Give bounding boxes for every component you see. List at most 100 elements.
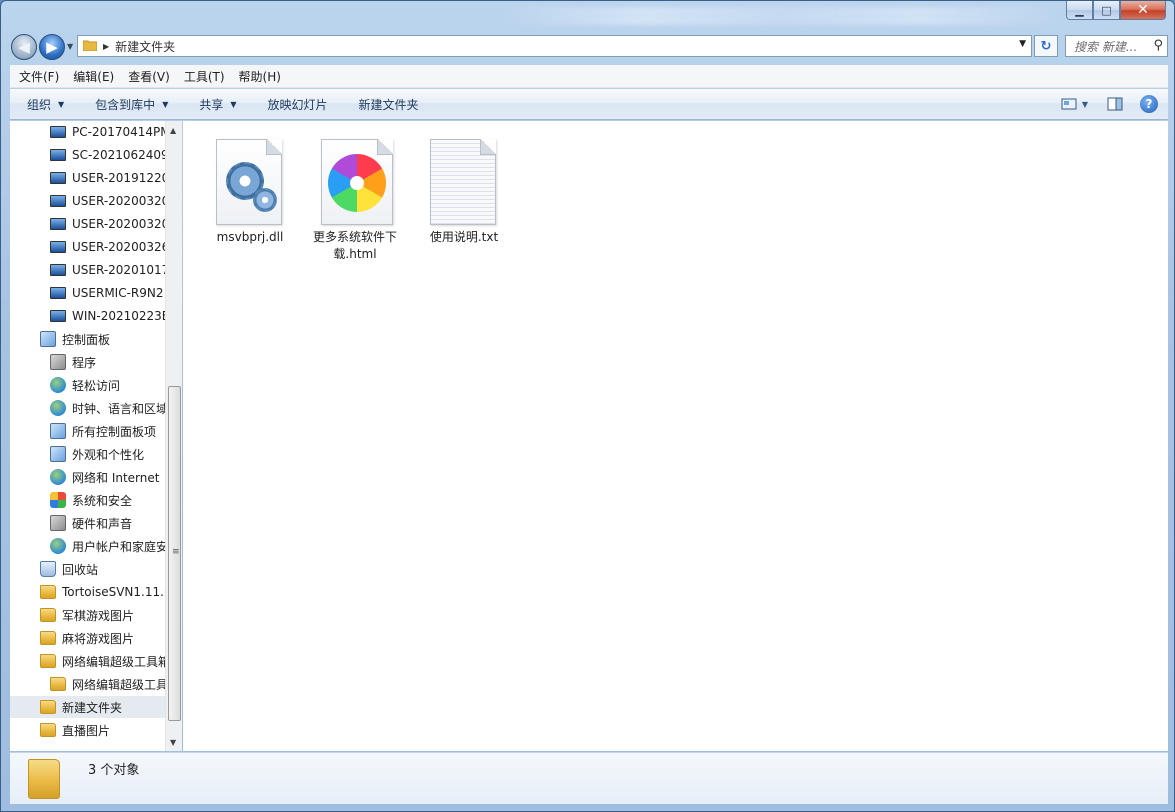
recycle-bin-icon bbox=[40, 561, 56, 577]
nav-item[interactable]: USER-20200326\ bbox=[50, 236, 181, 258]
nav-item[interactable]: 硬件和声音 bbox=[50, 512, 181, 534]
minimize-button[interactable]: ▁ bbox=[1066, 1, 1093, 20]
view-icon bbox=[1061, 98, 1077, 110]
nav-item-folder[interactable]: TortoiseSVN1.11.( bbox=[40, 581, 181, 603]
menu-bar: 文件(F) 编辑(E) 查看(V) 工具(T) 帮助(H) bbox=[10, 65, 1168, 88]
nav-item[interactable]: USER-20200320 bbox=[50, 213, 181, 235]
view-options-dropdown[interactable]: ▼ bbox=[1080, 94, 1090, 114]
chevron-down-icon: ▼ bbox=[230, 99, 237, 109]
file-item[interactable]: 使用说明.txt bbox=[416, 129, 512, 246]
nav-item[interactable]: 轻松访问 bbox=[50, 374, 181, 396]
nav-item[interactable]: USER-20200320. bbox=[50, 190, 181, 212]
nav-item[interactable]: 所有控制面板项 bbox=[50, 420, 181, 442]
refresh-button[interactable]: ↻ bbox=[1034, 35, 1058, 57]
search-placeholder: 搜索 新建... bbox=[1074, 39, 1138, 54]
recent-pages-dropdown[interactable]: ▼ bbox=[67, 42, 73, 51]
search-icon[interactable]: ⚲ bbox=[1153, 38, 1163, 53]
menu-view[interactable]: 查看(V) bbox=[123, 68, 175, 85]
navigation-scrollbar[interactable]: ▲ ≡ ▼ bbox=[165, 121, 182, 751]
nav-item[interactable]: 时钟、语言和区域 bbox=[50, 397, 181, 419]
file-item[interactable]: 更多系统软件下载.html bbox=[307, 129, 403, 263]
nav-item-label: PC-20170414PM bbox=[72, 125, 171, 139]
control-panel-icon bbox=[50, 423, 66, 439]
menu-tools[interactable]: 工具(T) bbox=[179, 68, 230, 85]
programs-icon bbox=[50, 354, 66, 370]
nav-item[interactable]: WIN-20210223E bbox=[50, 305, 181, 327]
slideshow-label: 放映幻灯片 bbox=[267, 97, 328, 112]
close-button[interactable]: ✕ bbox=[1120, 1, 1166, 20]
appearance-icon bbox=[50, 446, 66, 462]
address-bar[interactable]: ▶ 新建文件夹 ▼ bbox=[77, 35, 1032, 57]
slideshow-button[interactable]: 放映幻灯片 bbox=[260, 96, 336, 113]
nav-item-folder[interactable]: 军棋游戏图片 bbox=[40, 604, 181, 626]
chevron-down-icon: ▼ bbox=[162, 99, 169, 109]
nav-item[interactable]: 外观和个性化 bbox=[50, 443, 181, 465]
file-list[interactable]: msvbprj.dll 更多系统软件下载.html 使用说明.txt bbox=[183, 121, 1168, 751]
nav-item-folder[interactable]: 网络编辑超级工具 bbox=[50, 673, 181, 695]
menu-edit[interactable]: 编辑(E) bbox=[68, 68, 119, 85]
nav-item-label: 回收站 bbox=[62, 562, 99, 577]
back-button[interactable]: ◀ bbox=[11, 34, 37, 60]
new-folder-button[interactable]: 新建文件夹 bbox=[351, 96, 427, 113]
nav-item-label: 直播图片 bbox=[62, 723, 111, 738]
nav-item-label: 军棋游戏图片 bbox=[62, 608, 135, 623]
nav-item[interactable]: 用户帐户和家庭安 bbox=[50, 535, 181, 557]
nav-item[interactable]: USER-20201017I bbox=[50, 259, 181, 281]
organize-button[interactable]: 组织 ▼ bbox=[19, 96, 72, 113]
breadcrumb-chevron-icon[interactable]: ▶ bbox=[103, 42, 109, 51]
nav-item-control-panel[interactable]: 控制面板 bbox=[40, 328, 181, 350]
nav-item-label: USER-20191220I bbox=[72, 171, 173, 185]
file-name: 使用说明.txt bbox=[429, 230, 499, 244]
nav-item-label: 新建文件夹 bbox=[62, 700, 123, 715]
nav-item[interactable]: SC-20210624091 bbox=[50, 144, 181, 166]
nav-item[interactable]: 程序 bbox=[50, 351, 181, 373]
nav-item-folder[interactable]: 麻将游戏图片 bbox=[40, 627, 181, 649]
grip-icon: ≡ bbox=[172, 547, 180, 557]
scrollbar-thumb[interactable]: ≡ bbox=[168, 386, 181, 721]
share-button[interactable]: 共享 ▼ bbox=[191, 96, 244, 113]
globe-clock-icon bbox=[50, 400, 66, 416]
nav-item-label: USERMIC-R9N2! bbox=[72, 286, 169, 300]
breadcrumb-path[interactable]: 新建文件夹 bbox=[115, 38, 175, 55]
nav-item-label: 程序 bbox=[72, 355, 97, 370]
nav-item-label: 系统和安全 bbox=[72, 493, 133, 508]
navigation-row: ◀ ▶ ▼ ▶ 新建文件夹 ▼ ↻ 搜索 新建... ⚲ bbox=[1, 31, 1174, 63]
folder-icon bbox=[40, 631, 56, 645]
nav-item-label: 网络编辑超级工具 bbox=[72, 677, 169, 692]
maximize-button[interactable]: □ bbox=[1093, 1, 1120, 20]
nav-item-selected-folder[interactable]: 新建文件夹 bbox=[10, 696, 165, 718]
nav-item-label: 外观和个性化 bbox=[72, 447, 145, 462]
help-button[interactable]: ? bbox=[1140, 95, 1158, 113]
folder-icon bbox=[40, 700, 56, 714]
folder-icon bbox=[40, 654, 56, 668]
preview-pane-button[interactable] bbox=[1104, 94, 1126, 114]
nav-item-recycle-bin[interactable]: 回收站 bbox=[40, 558, 181, 580]
forward-button[interactable]: ▶ bbox=[39, 34, 65, 60]
search-input[interactable]: 搜索 新建... ⚲ bbox=[1065, 35, 1168, 57]
nav-item[interactable]: USERMIC-R9N2! bbox=[50, 282, 181, 304]
refresh-icon: ↻ bbox=[1040, 38, 1052, 54]
nav-item-label: WIN-20210223E bbox=[72, 309, 170, 323]
address-history-dropdown[interactable]: ▼ bbox=[1019, 39, 1026, 49]
scroll-down-arrow-icon[interactable]: ▼ bbox=[170, 738, 176, 747]
menu-file[interactable]: 文件(F) bbox=[14, 68, 64, 85]
organize-label: 组织 bbox=[27, 97, 52, 112]
nav-item[interactable]: 系统和安全 bbox=[50, 489, 181, 511]
nav-item-label: 麻将游戏图片 bbox=[62, 631, 135, 646]
shield-icon bbox=[50, 492, 66, 508]
text-document-icon bbox=[416, 129, 512, 225]
nav-item[interactable]: USER-20191220I bbox=[50, 167, 181, 189]
nav-item-folder[interactable]: 网络编辑超级工具箱 bbox=[40, 650, 181, 672]
file-item[interactable]: msvbprj.dll bbox=[202, 129, 298, 246]
scroll-up-arrow-icon[interactable]: ▲ bbox=[170, 126, 176, 135]
menu-help[interactable]: 帮助(H) bbox=[234, 68, 286, 85]
nav-item[interactable]: PC-20170414PM bbox=[50, 121, 181, 143]
nav-item-label: 所有控制面板项 bbox=[72, 424, 157, 439]
nav-item-folder[interactable]: 直播图片 bbox=[40, 719, 181, 741]
nav-item[interactable]: 网络和 Internet bbox=[50, 466, 181, 488]
change-view-button[interactable] bbox=[1058, 94, 1080, 114]
nav-item-label: USER-20200320 bbox=[72, 217, 170, 231]
include-in-library-button[interactable]: 包含到库中 ▼ bbox=[87, 96, 176, 113]
folder-icon bbox=[82, 39, 98, 54]
title-bar[interactable]: ▁ □ ✕ bbox=[1, 1, 1174, 29]
